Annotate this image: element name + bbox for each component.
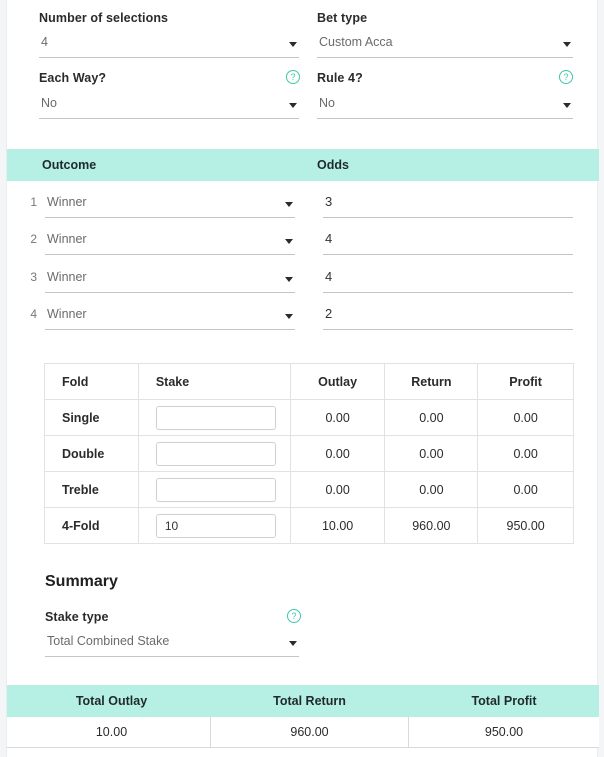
help-circle-icon[interactable]: ? <box>287 609 301 623</box>
fold-table-header-profit: Profit <box>477 363 574 400</box>
chevron-down-icon <box>289 641 297 646</box>
selection-odds-input[interactable]: 4 <box>323 229 573 255</box>
calculator-card: Number of selections 4 Bet type Custom A… <box>6 0 599 757</box>
outlay-value: 0.00 <box>289 399 386 436</box>
profit-value: 0.00 <box>477 471 574 508</box>
bet-type-value: Custom Acca <box>319 35 393 49</box>
selection-odds-value: 2 <box>325 306 333 321</box>
fold-label: Treble <box>44 471 139 508</box>
each-way-label: Each Way? <box>39 71 107 85</box>
selection-outcome-select[interactable]: Winner <box>45 304 295 330</box>
table-row: Treble 0.00 0.00 0.00 <box>44 471 574 508</box>
chevron-down-icon <box>285 277 293 282</box>
totals-header-row: Total Outlay Total Return Total Profit <box>7 685 599 717</box>
chevron-down-icon <box>563 103 571 108</box>
rule4-label: Rule 4? <box>317 71 363 85</box>
chevron-down-icon <box>285 202 293 207</box>
selection-index: 1 <box>30 195 37 209</box>
chevron-down-icon <box>289 42 297 47</box>
selections-header-band: Outcome Odds <box>7 149 599 181</box>
num-selections-value: 4 <box>41 35 48 49</box>
selection-odds-value: 4 <box>325 231 333 246</box>
selection-odds-input[interactable]: 2 <box>323 304 573 330</box>
fold-table-header-stake: Stake <box>137 363 291 400</box>
num-selections-label: Number of selections <box>39 11 169 25</box>
stake-type-label: Stake type <box>45 610 109 624</box>
selection-outcome-value: Winner <box>47 195 87 209</box>
chevron-down-icon <box>285 314 293 319</box>
selection-outcome-value: Winner <box>47 307 87 321</box>
help-circle-icon[interactable]: ? <box>286 70 300 84</box>
selection-index: 3 <box>30 270 37 284</box>
help-circle-icon[interactable]: ? <box>559 70 573 84</box>
fold-table-header-return: Return <box>384 363 479 400</box>
fold-table-header-row: Fold Stake Outlay Return Profit <box>44 363 574 400</box>
return-value: 960.00 <box>384 507 479 544</box>
selection-odds-input[interactable]: 4 <box>323 267 573 293</box>
total-profit-header: Total Profit <box>471 694 537 708</box>
total-return-header: Total Return <box>210 685 409 717</box>
outlay-value: 0.00 <box>289 471 386 508</box>
fold-table-header-fold: Fold <box>44 363 139 400</box>
return-value: 0.00 <box>384 471 479 508</box>
profit-value: 0.00 <box>477 435 574 472</box>
selection-index: 2 <box>30 232 37 246</box>
each-way-select[interactable]: No <box>39 93 299 119</box>
return-value: 0.00 <box>384 435 479 472</box>
stake-input[interactable] <box>155 441 276 466</box>
chevron-down-icon <box>563 42 571 47</box>
selections-header-outcome: Outcome <box>42 158 97 172</box>
fold-label: 4-Fold <box>44 507 139 544</box>
each-way-value: No <box>41 96 57 110</box>
profit-value: 950.00 <box>477 507 574 544</box>
totals-value-row: 10.00 960.00 950.00 <box>7 717 599 748</box>
table-row: 4-Fold 10.00 960.00 950.00 <box>44 507 574 544</box>
summary-title: Summary <box>45 573 118 590</box>
fold-label: Single <box>44 399 139 436</box>
stake-type-value: Total Combined Stake <box>47 634 170 648</box>
table-row: Single 0.00 0.00 0.00 <box>44 399 574 436</box>
selection-outcome-value: Winner <box>47 232 87 246</box>
total-outlay-value: 10.00 <box>95 725 128 739</box>
stake-input[interactable] <box>155 477 276 502</box>
page-root: Number of selections 4 Bet type Custom A… <box>0 0 604 757</box>
selection-odds-value: 4 <box>325 269 333 284</box>
stake-input[interactable] <box>155 405 276 430</box>
table-row: Double 0.00 0.00 0.00 <box>44 435 574 472</box>
outlay-value: 0.00 <box>289 435 386 472</box>
total-return-value: 960.00 <box>210 717 409 747</box>
profit-value: 0.00 <box>477 399 574 436</box>
fold-label: Double <box>44 435 139 472</box>
totals-table: Total Outlay Total Return Total Profit 1… <box>7 685 599 748</box>
selection-outcome-select[interactable]: Winner <box>45 192 295 218</box>
selection-odds-value: 3 <box>325 194 333 209</box>
return-value: 0.00 <box>384 399 479 436</box>
total-outlay-header: Total Outlay <box>75 694 148 708</box>
selection-odds-input[interactable]: 3 <box>323 192 573 218</box>
num-selections-select[interactable]: 4 <box>39 32 299 58</box>
stake-input[interactable] <box>155 513 276 538</box>
selection-outcome-select[interactable]: Winner <box>45 267 295 293</box>
selection-outcome-value: Winner <box>47 270 87 284</box>
bet-type-label: Bet type <box>317 11 368 25</box>
chevron-down-icon <box>289 103 297 108</box>
stake-type-select[interactable]: Total Combined Stake <box>45 631 299 657</box>
selection-outcome-select[interactable]: Winner <box>45 229 295 255</box>
total-profit-value: 950.00 <box>484 725 524 739</box>
rule4-value: No <box>319 96 335 110</box>
chevron-down-icon <box>285 239 293 244</box>
bet-type-select[interactable]: Custom Acca <box>317 32 573 58</box>
outlay-value: 10.00 <box>289 507 386 544</box>
fold-table-header-outlay: Outlay <box>289 363 386 400</box>
fold-table: Fold Stake Outlay Return Profit Single 0… <box>44 363 574 544</box>
rule4-select[interactable]: No <box>317 93 573 119</box>
selections-header-odds: Odds <box>317 158 349 172</box>
selection-index: 4 <box>30 307 37 321</box>
